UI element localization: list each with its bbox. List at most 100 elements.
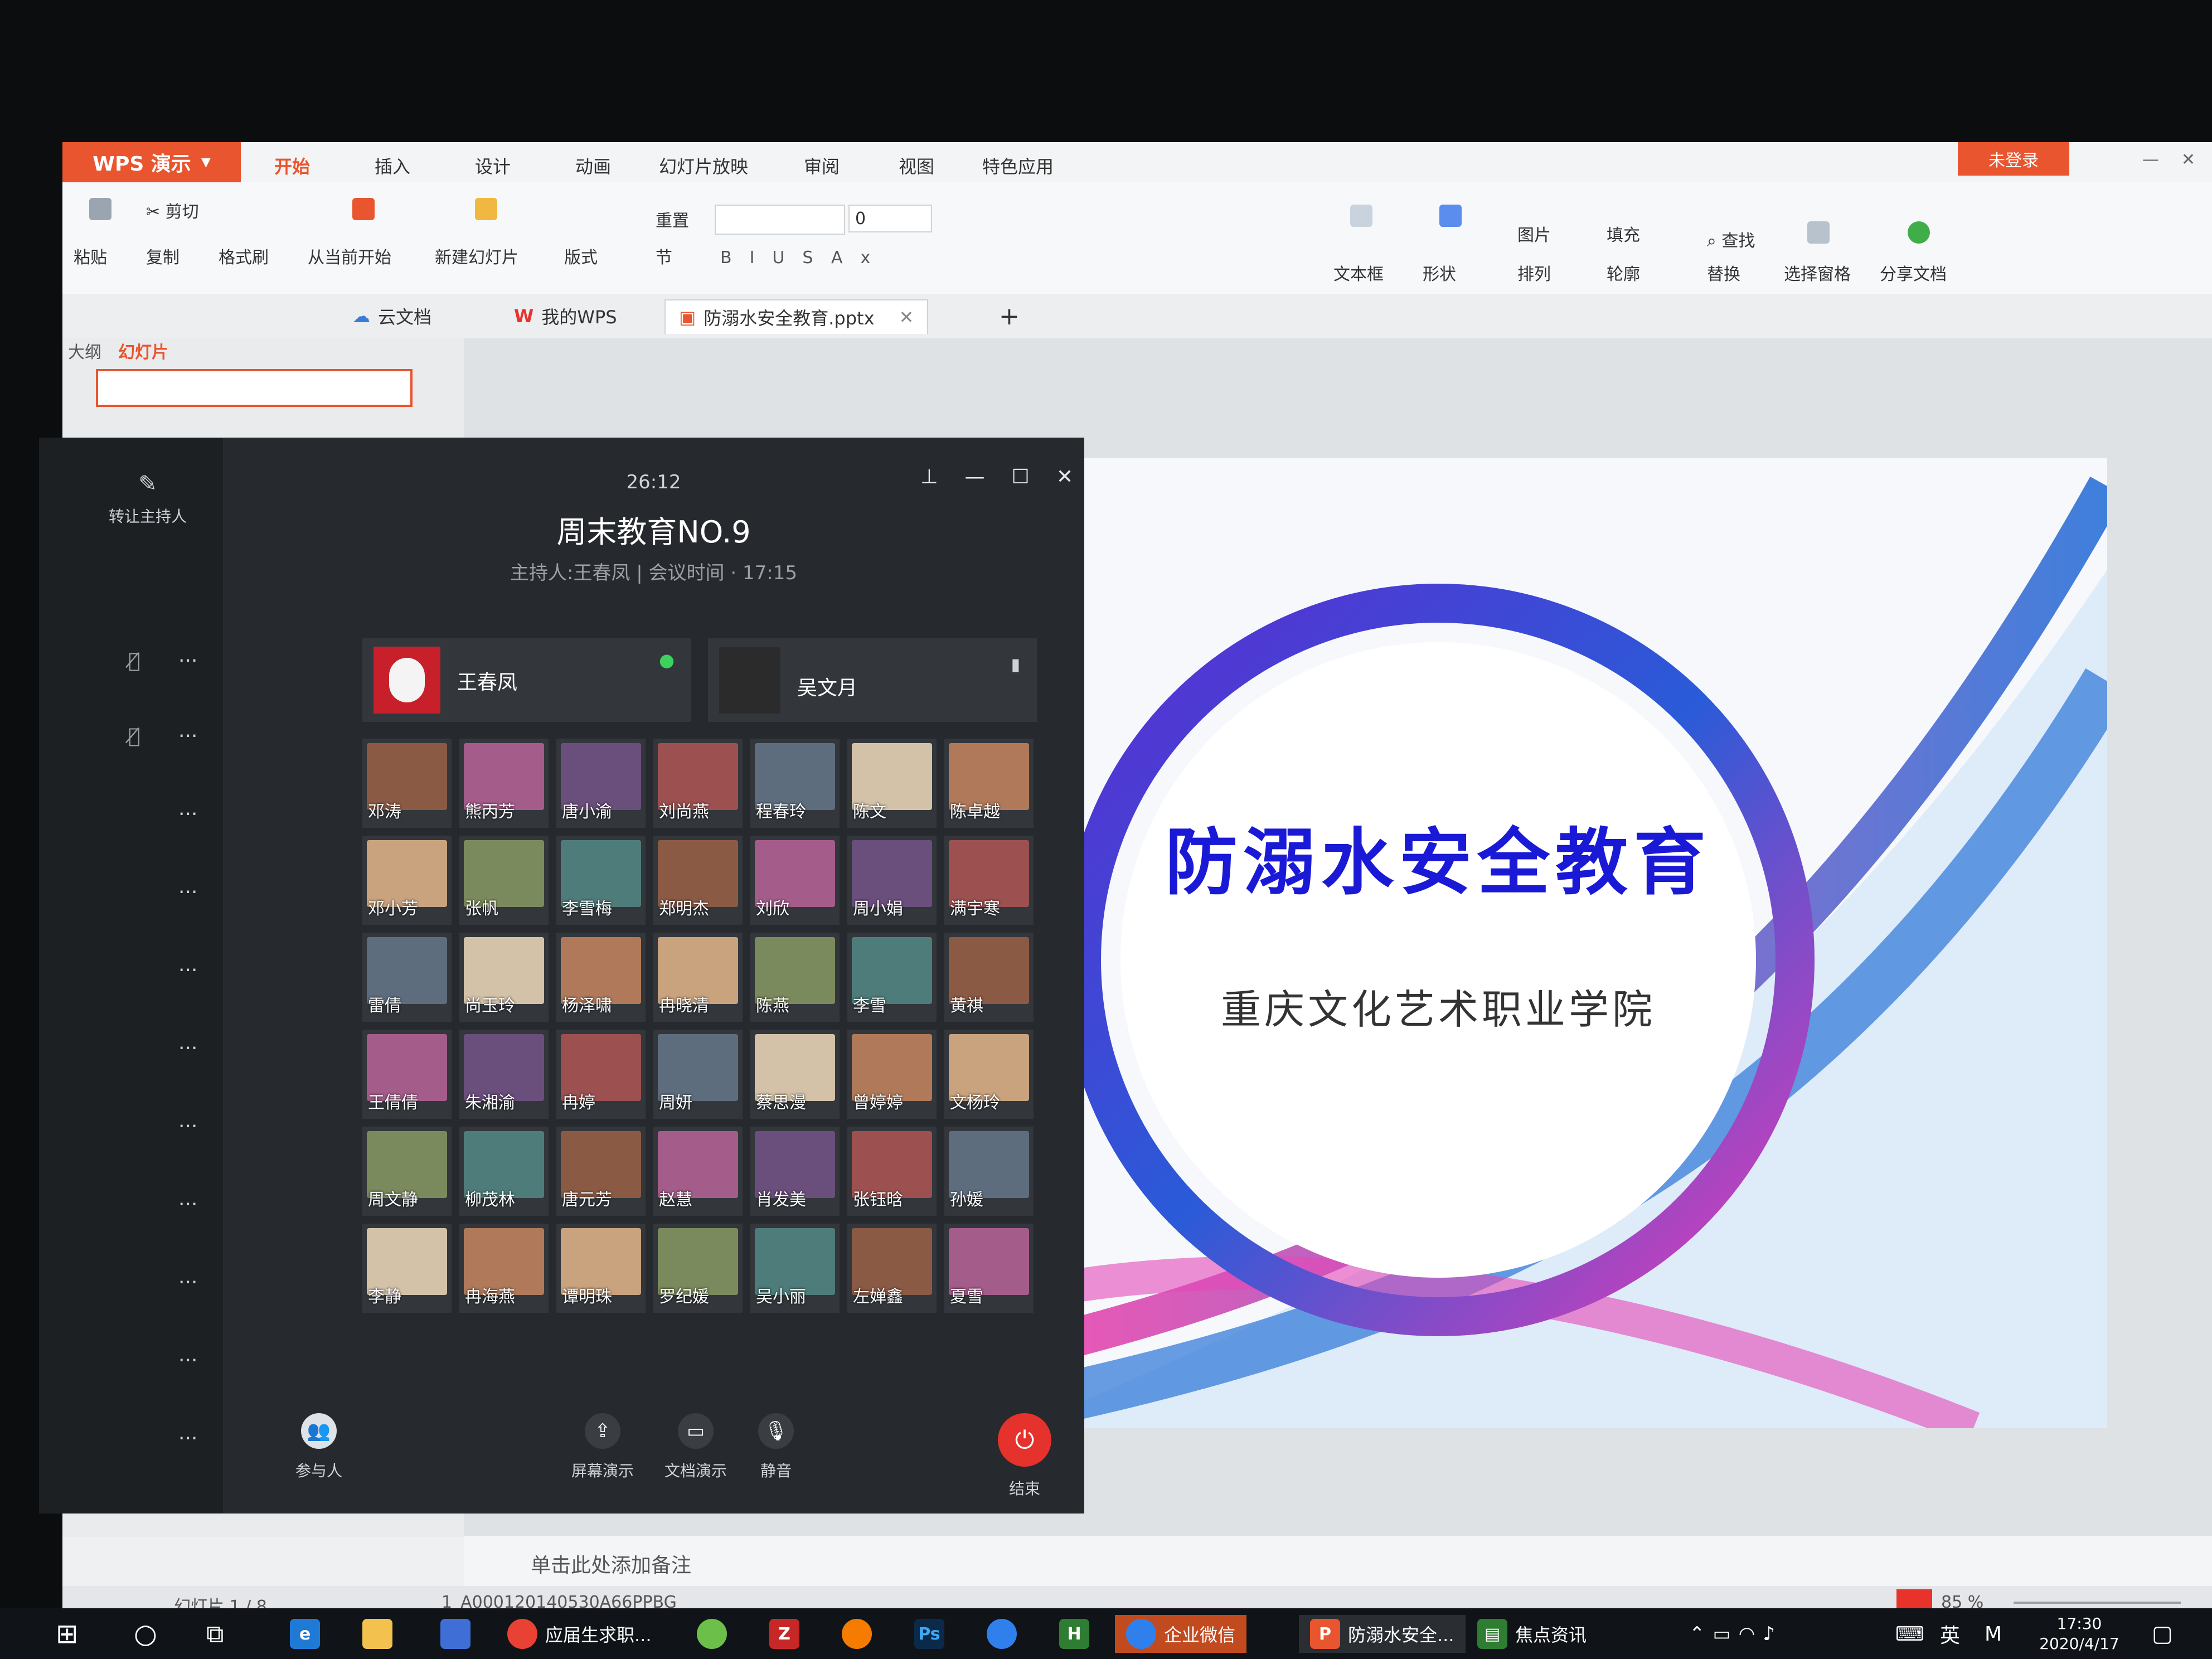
- participant-tile[interactable]: 李雪: [847, 933, 937, 1022]
- participant-tile[interactable]: 王倩倩: [362, 1030, 452, 1119]
- participant-tile[interactable]: 杨泽啸: [556, 933, 646, 1022]
- participant-tile[interactable]: 程春玲: [750, 739, 840, 828]
- participant-tile[interactable]: 周妍: [653, 1030, 743, 1119]
- doc-share-button[interactable]: ▭ 文档演示: [664, 1413, 727, 1481]
- participant-tile[interactable]: 满宇寒: [944, 836, 1034, 925]
- more-options-icon[interactable]: ···: [178, 1037, 197, 1060]
- taskbar-wecom[interactable]: 企业微信: [1115, 1615, 1247, 1653]
- tab-special[interactable]: 特色应用: [982, 149, 1054, 182]
- from-current-button[interactable]: 从当前开始: [308, 244, 391, 268]
- find-button[interactable]: ⌕ 查找: [1707, 227, 1755, 251]
- participant-tile[interactable]: 冉婷: [556, 1030, 646, 1119]
- participant-tile[interactable]: 蔡思漫: [750, 1030, 840, 1119]
- clock[interactable]: 17:30 2020/4/17: [2029, 1614, 2129, 1654]
- ime-m-icon[interactable]: M: [1985, 1615, 2002, 1653]
- more-options-icon[interactable]: ···: [178, 1193, 197, 1216]
- tab-view[interactable]: 视图: [899, 149, 934, 182]
- wps-app-menu[interactable]: WPS 演示 ▼: [62, 142, 241, 182]
- participant-tile[interactable]: 冉晓清: [653, 933, 743, 1022]
- doctab-active-file[interactable]: ▣ 防溺水安全教育.pptx ✕: [664, 299, 929, 334]
- minimize-icon[interactable]: —: [2142, 150, 2159, 169]
- participant-tile[interactable]: 柳茂林: [459, 1127, 549, 1216]
- section-button[interactable]: 节: [656, 244, 672, 268]
- participant-tile[interactable]: 肖发美: [750, 1127, 840, 1216]
- paste-button[interactable]: 粘贴: [74, 244, 107, 268]
- pin-icon[interactable]: ⊥: [920, 465, 938, 488]
- participant-tile[interactable]: 文杨玲: [944, 1030, 1034, 1119]
- login-button[interactable]: 未登录: [1958, 142, 2069, 176]
- tab-slideshow[interactable]: 幻灯片放映: [659, 149, 748, 182]
- slideshow-play-icon[interactable]: [1896, 1589, 1932, 1608]
- taskbar-wps[interactable]: P 防溺水安全...: [1299, 1615, 1466, 1653]
- zoom-slider[interactable]: [2014, 1602, 2181, 1604]
- more-options-icon[interactable]: ···: [178, 803, 197, 826]
- font-family-select[interactable]: [715, 205, 845, 235]
- arrange-button[interactable]: 排列: [1517, 260, 1551, 285]
- replace-button[interactable]: 替换: [1707, 260, 1740, 285]
- store-button[interactable]: [440, 1615, 470, 1653]
- close-icon[interactable]: ✕: [899, 307, 914, 328]
- share-doc-button[interactable]: 分享文档: [1880, 260, 1947, 285]
- speaker-tile[interactable]: 吴文月 ▮: [708, 638, 1037, 722]
- participant-tile[interactable]: 左婵鑫: [847, 1224, 937, 1313]
- screen-share-button[interactable]: ⇪ 屏幕演示: [571, 1413, 634, 1481]
- start-button[interactable]: ⊞: [56, 1615, 78, 1653]
- taskbar-filezilla[interactable]: Z: [769, 1615, 799, 1653]
- participant-tile[interactable]: 周文静: [362, 1127, 452, 1216]
- slide-title[interactable]: 防溺水安全教育: [1026, 804, 1851, 909]
- participant-tile[interactable]: 夏雪: [944, 1224, 1034, 1313]
- participant-tile[interactable]: 李雪梅: [556, 836, 646, 925]
- participant-tile[interactable]: 张帆: [459, 836, 549, 925]
- maximize-icon[interactable]: ☐: [1012, 465, 1030, 488]
- slide-thumbnail-1[interactable]: [96, 369, 413, 407]
- participant-tile[interactable]: 吴小丽: [750, 1224, 840, 1313]
- picture-button[interactable]: 图片: [1517, 221, 1551, 246]
- slide-subtitle[interactable]: 重庆文化艺术职业学院: [1026, 977, 1851, 1035]
- participant-tile[interactable]: 邓涛: [362, 739, 452, 828]
- notification-icon[interactable]: ▢: [2152, 1615, 2173, 1653]
- taskbar-app[interactable]: [697, 1615, 727, 1653]
- reset-button[interactable]: 重置: [656, 207, 689, 231]
- more-options-icon[interactable]: ···: [178, 1115, 197, 1138]
- taskbar-photoshop[interactable]: Ps: [914, 1615, 944, 1653]
- fill-button[interactable]: 填充: [1607, 221, 1640, 246]
- more-options-icon[interactable]: ···: [178, 725, 197, 748]
- tab-design[interactable]: 设计: [475, 149, 511, 182]
- outline-button[interactable]: 轮廓: [1607, 260, 1640, 285]
- task-view-button[interactable]: ⧉: [206, 1615, 224, 1653]
- more-options-icon[interactable]: ···: [178, 1427, 197, 1450]
- mute-button[interactable]: 🎙 静音: [758, 1413, 794, 1481]
- participant-tile[interactable]: 曾婷婷: [847, 1030, 937, 1119]
- minimize-icon[interactable]: —: [965, 465, 985, 488]
- participant-tile[interactable]: 陈卓越: [944, 739, 1034, 828]
- participant-tile[interactable]: 朱湘渝: [459, 1030, 549, 1119]
- participant-tile[interactable]: 邓小芳: [362, 836, 452, 925]
- participant-tile[interactable]: 周小娟: [847, 836, 937, 925]
- participant-tile[interactable]: 谭明珠: [556, 1224, 646, 1313]
- participant-tile[interactable]: 孙媛: [944, 1127, 1034, 1216]
- more-options-icon[interactable]: ···: [178, 649, 197, 672]
- participant-tile[interactable]: 冉海燕: [459, 1224, 549, 1313]
- participant-tile[interactable]: 陈文: [847, 739, 937, 828]
- taskbar-cloud[interactable]: [987, 1615, 1017, 1653]
- taskbar-news[interactable]: ▤ 焦点资讯: [1477, 1615, 1587, 1653]
- format-painter-button[interactable]: 格式刷: [219, 244, 269, 268]
- tab-outline[interactable]: 大纲: [68, 338, 101, 363]
- more-options-icon[interactable]: ···: [178, 1349, 197, 1372]
- participant-tile[interactable]: 郑明杰: [653, 836, 743, 925]
- edge-button[interactable]: e: [290, 1615, 320, 1653]
- close-icon[interactable]: ✕: [1056, 465, 1073, 488]
- participant-tile[interactable]: 刘欣: [750, 836, 840, 925]
- taskbar-browser[interactable]: [842, 1615, 872, 1653]
- notes-pane[interactable]: 单击此处添加备注: [464, 1536, 2212, 1586]
- transfer-host-button[interactable]: ✎ 转让主持人: [95, 471, 201, 527]
- host-tile[interactable]: 王春凤 ●: [362, 638, 691, 722]
- more-options-icon[interactable]: ···: [178, 959, 197, 982]
- participant-tile[interactable]: 陈燕: [750, 933, 840, 1022]
- tab-animation[interactable]: 动画: [575, 149, 611, 182]
- layout-button[interactable]: 版式: [564, 244, 598, 268]
- participants-button[interactable]: 👥 参与人: [295, 1413, 342, 1481]
- keyboard-icon[interactable]: ⌨: [1895, 1615, 1924, 1653]
- participant-tile[interactable]: 黄祺: [944, 933, 1034, 1022]
- tab-review[interactable]: 审阅: [804, 149, 840, 182]
